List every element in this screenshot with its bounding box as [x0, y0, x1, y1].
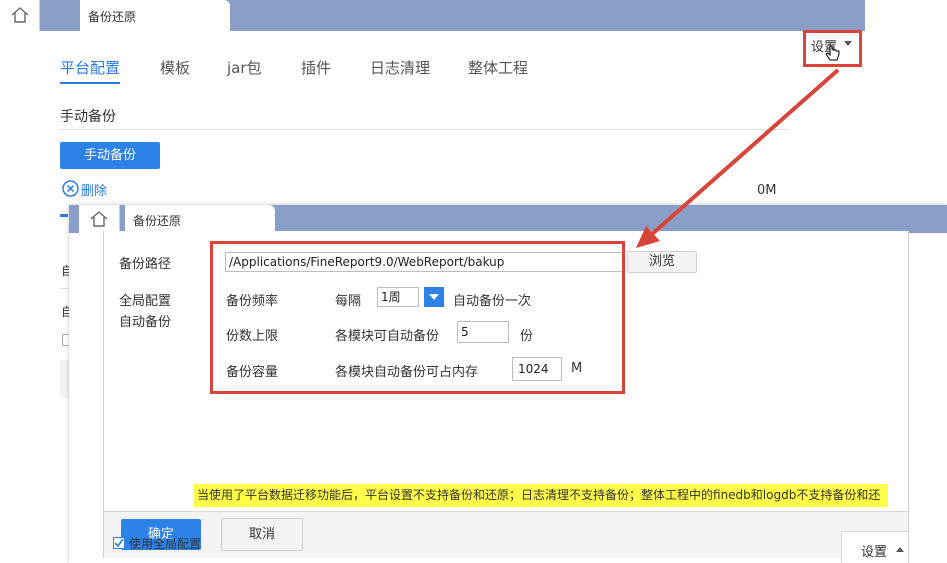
annotation-arrow: [636, 68, 840, 248]
arrow-line: [649, 68, 840, 237]
